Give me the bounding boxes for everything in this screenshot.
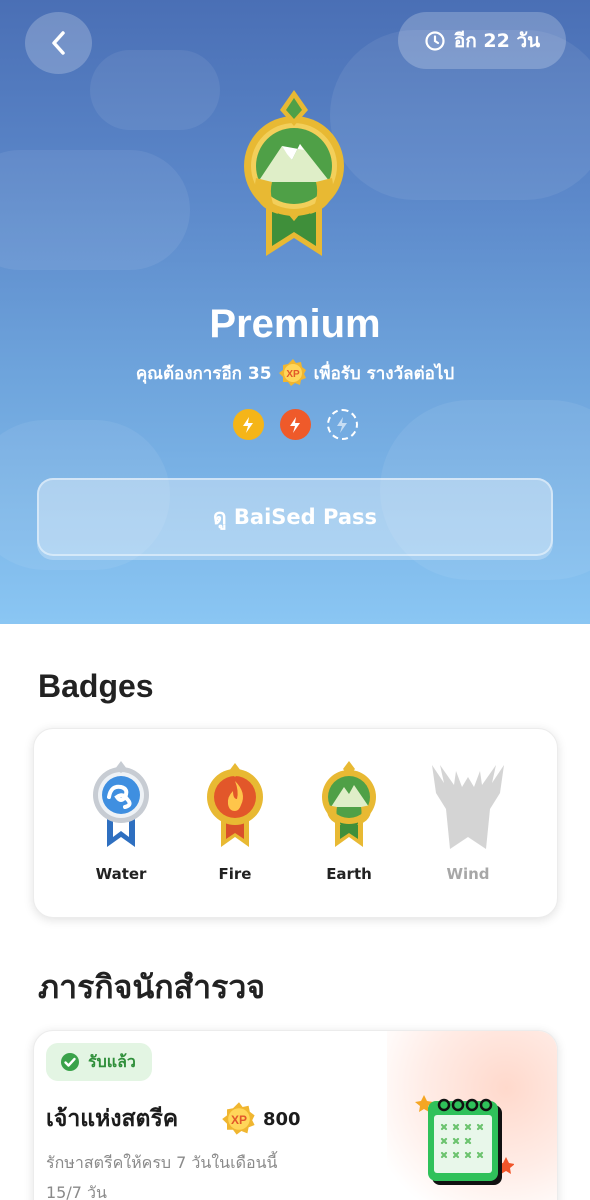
- xp-needed-suffix: เพื่อรับ รางวัลต่อไป: [313, 363, 455, 384]
- water-badge-icon: [93, 761, 149, 847]
- energy-slots: [0, 409, 590, 440]
- badge-water[interactable]: Water: [71, 759, 171, 883]
- badge-label: Fire: [218, 865, 252, 883]
- mission-description: รักษาสตรีคให้ครบ 7 วันในเดือนนี้: [46, 1153, 278, 1172]
- chevron-left-icon: [51, 31, 65, 55]
- tier-title: Premium: [209, 302, 381, 346]
- energy-red-icon: [279, 409, 311, 440]
- check-circle-icon: [61, 1053, 79, 1071]
- hero-section: อีก 22 วัน Premium คุณต้องการอีก 35 XP เ…: [0, 0, 590, 624]
- back-button[interactable]: [25, 12, 92, 74]
- xp-needed-prefix: คุณต้องการอีก 35: [135, 363, 272, 384]
- energy-yellow-icon: [232, 409, 264, 440]
- badge-label: Earth: [326, 865, 372, 883]
- calendar-icon: [415, 1095, 514, 1185]
- claimed-status-badge: รับแล้ว: [46, 1043, 152, 1081]
- xp-needed-text: คุณต้องการอีก 35 XP เพื่อรับ รางวัลต่อไป: [0, 358, 590, 388]
- earth-tier-medal-icon: [244, 90, 344, 256]
- time-remaining-text: อีก 22 วัน: [453, 29, 541, 52]
- view-pass-button[interactable]: ดู BaiSed Pass: [37, 478, 553, 556]
- badge-label: Water: [95, 865, 147, 883]
- mission-xp-reward: XP 800: [221, 1101, 301, 1137]
- xp-coin-icon: XP: [278, 359, 306, 386]
- xp-coin-icon: XP: [222, 1102, 255, 1135]
- mission-name: เจ้าแห่งสตรีค: [46, 1106, 179, 1132]
- badge-wind[interactable]: Wind: [418, 759, 518, 883]
- badges-card: Water Fire Earth Wind: [33, 728, 558, 918]
- badges-section-title: Badges: [38, 668, 154, 704]
- mission-xp-value: 800: [263, 1108, 301, 1130]
- earth-badge-icon: [322, 761, 376, 847]
- mission-card[interactable]: รับแล้ว เจ้าแห่งสตรีค XP 800 รักษาสตรีคใ…: [33, 1030, 558, 1200]
- mission-progress: 15/7 วัน: [46, 1183, 107, 1200]
- badge-label: Wind: [446, 865, 490, 883]
- badge-fire[interactable]: Fire: [185, 759, 285, 883]
- fire-badge-icon: [207, 763, 263, 847]
- missions-section-title: ภารกิจนักสำรวจ: [38, 969, 266, 1005]
- energy-empty-icon: [326, 409, 358, 440]
- clock-icon: [425, 30, 445, 51]
- svg-text:XP: XP: [286, 369, 300, 380]
- time-remaining-pill: อีก 22 วัน: [398, 12, 566, 69]
- svg-text:XP: XP: [231, 1113, 247, 1127]
- claimed-status-text: รับแล้ว: [88, 1051, 136, 1071]
- cloud-decoration: [90, 50, 220, 130]
- wind-badge-locked-icon: [432, 765, 504, 849]
- cloud-decoration: [0, 150, 190, 270]
- badge-earth[interactable]: Earth: [299, 759, 399, 883]
